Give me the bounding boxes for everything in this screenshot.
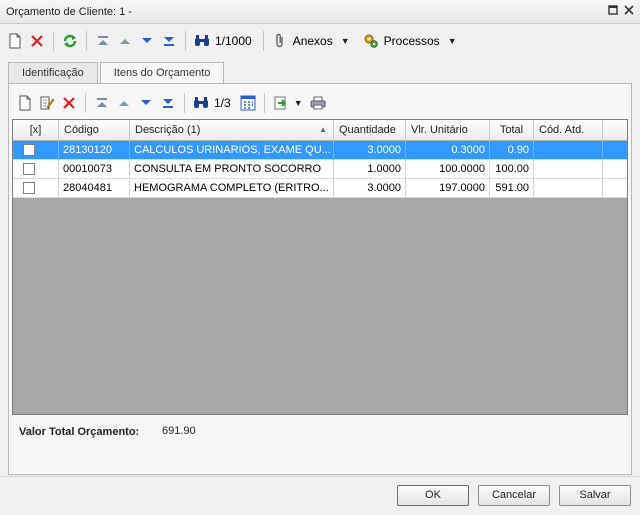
toolbar-separator — [184, 93, 185, 113]
row-checkbox[interactable] — [23, 144, 35, 156]
cell-codigo: 00010073 — [59, 160, 130, 179]
paperclip-icon[interactable] — [269, 30, 291, 52]
window-title: Orçamento de Cliente: 1 - — [6, 6, 132, 18]
toolbar-separator — [86, 31, 87, 51]
cell-total: 0.90 — [490, 141, 534, 160]
cell-quantidade: 1.0000 — [334, 160, 406, 179]
printer-icon[interactable] — [307, 92, 329, 114]
record-counter: 1/1000 — [215, 34, 252, 48]
cell-vlr-unitario: 100.0000 — [406, 160, 490, 179]
grid-header: [x] Código Descrição (1) ▲ Quantidade Vl… — [13, 120, 627, 141]
processos-dropdown-icon[interactable]: ▼ — [448, 36, 457, 46]
first-item-icon[interactable] — [91, 92, 113, 114]
column-header-cod-atd[interactable]: Cód. Atd. — [534, 120, 603, 141]
export-icon[interactable] — [270, 92, 292, 114]
cell-total: 100.00 — [490, 160, 534, 179]
cell-quantidade: 3.0000 — [334, 141, 406, 160]
row-select-cell — [13, 160, 59, 179]
row-checkbox[interactable] — [23, 182, 35, 194]
table-row[interactable]: 28130120 CALCULOS URINARIOS, EXAME QU...… — [13, 141, 627, 160]
cell-vlr-unitario: 0.3000 — [406, 141, 490, 160]
sort-ascending-icon: ▲ — [319, 125, 327, 134]
column-header-vlr-unitario[interactable]: Vlr. Unitário — [406, 120, 490, 141]
binoculars-icon[interactable] — [191, 30, 213, 52]
edit-item-icon[interactable] — [36, 92, 58, 114]
valor-total-value: 691.90 — [162, 425, 196, 437]
new-document-icon[interactable] — [4, 30, 26, 52]
cell-total: 591.00 — [490, 179, 534, 198]
anexos-button[interactable]: Anexos — [293, 34, 333, 48]
row-select-cell — [13, 179, 59, 198]
next-record-icon[interactable] — [136, 30, 158, 52]
cell-descricao: CALCULOS URINARIOS, EXAME QU... — [130, 141, 334, 160]
column-header-total[interactable]: Total — [490, 120, 534, 141]
first-record-icon[interactable] — [92, 30, 114, 52]
restore-icon[interactable] — [606, 5, 620, 19]
column-header-quantidade[interactable]: Quantidade — [334, 120, 406, 141]
cancelar-button[interactable]: Cancelar — [478, 485, 550, 506]
salvar-button[interactable]: Salvar — [559, 485, 631, 506]
processos-button[interactable]: Processos — [384, 34, 440, 48]
grid-view-icon[interactable] — [237, 92, 259, 114]
toolbar-separator — [262, 31, 264, 51]
cell-codigo: 28040481 — [59, 179, 130, 198]
item-counter: 1/3 — [214, 96, 231, 110]
previous-record-icon[interactable] — [114, 30, 136, 52]
tab-identificacao[interactable]: Identificação — [8, 62, 98, 83]
ok-button[interactable]: OK — [397, 485, 469, 506]
close-icon[interactable] — [622, 5, 636, 19]
cell-descricao: CONSULTA EM PRONTO SOCORRO — [130, 160, 334, 179]
last-record-icon[interactable] — [158, 30, 180, 52]
tab-itens-do-orcamento[interactable]: Itens do Orçamento — [99, 62, 225, 84]
previous-item-icon[interactable] — [113, 92, 135, 114]
gears-icon[interactable] — [360, 30, 382, 52]
toolbar-separator — [185, 31, 186, 51]
delete-item-icon[interactable] — [58, 92, 80, 114]
cell-quantidade: 3.0000 — [334, 179, 406, 198]
export-dropdown-icon[interactable]: ▼ — [294, 98, 303, 108]
next-item-icon[interactable] — [135, 92, 157, 114]
cell-cod-atd — [534, 160, 603, 179]
toolbar-separator — [53, 31, 54, 51]
main-toolbar: 1/1000 Anexos ▼ Processos ▼ — [0, 26, 640, 56]
row-select-cell — [13, 141, 59, 160]
cell-descricao: HEMOGRAMA COMPLETO (ERITRO... — [130, 179, 334, 198]
refresh-icon[interactable] — [59, 30, 81, 52]
column-header-codigo[interactable]: Código — [59, 120, 130, 141]
delete-icon[interactable] — [26, 30, 48, 52]
cell-vlr-unitario: 197.0000 — [406, 179, 490, 198]
title-bar: Orçamento de Cliente: 1 - — [0, 0, 640, 24]
cell-cod-atd — [534, 141, 603, 160]
binoculars-icon[interactable] — [190, 92, 212, 114]
items-grid: [x] Código Descrição (1) ▲ Quantidade Vl… — [12, 119, 628, 415]
row-checkbox[interactable] — [23, 163, 35, 175]
anexos-dropdown-icon[interactable]: ▼ — [341, 36, 350, 46]
cell-cod-atd — [534, 179, 603, 198]
toolbar-separator — [85, 93, 86, 113]
cell-codigo: 28130120 — [59, 141, 130, 160]
table-row[interactable]: 00010073 CONSULTA EM PRONTO SOCORRO 1.00… — [13, 160, 627, 179]
last-item-icon[interactable] — [157, 92, 179, 114]
table-row[interactable]: 28040481 HEMOGRAMA COMPLETO (ERITRO... 3… — [13, 179, 627, 198]
tab-strip: Identificação Itens do Orçamento — [8, 62, 226, 84]
column-header-descricao[interactable]: Descrição (1) ▲ — [130, 120, 334, 141]
column-header-select[interactable]: [x] — [13, 120, 59, 141]
new-item-icon[interactable] — [14, 92, 36, 114]
column-header-descricao-label: Descrição (1) — [135, 124, 201, 136]
valor-total-label: Valor Total Orçamento: — [19, 426, 140, 438]
footer-divider — [0, 476, 640, 477]
toolbar-separator — [263, 93, 265, 113]
items-toolbar: 1/3 ▼ — [10, 88, 630, 118]
